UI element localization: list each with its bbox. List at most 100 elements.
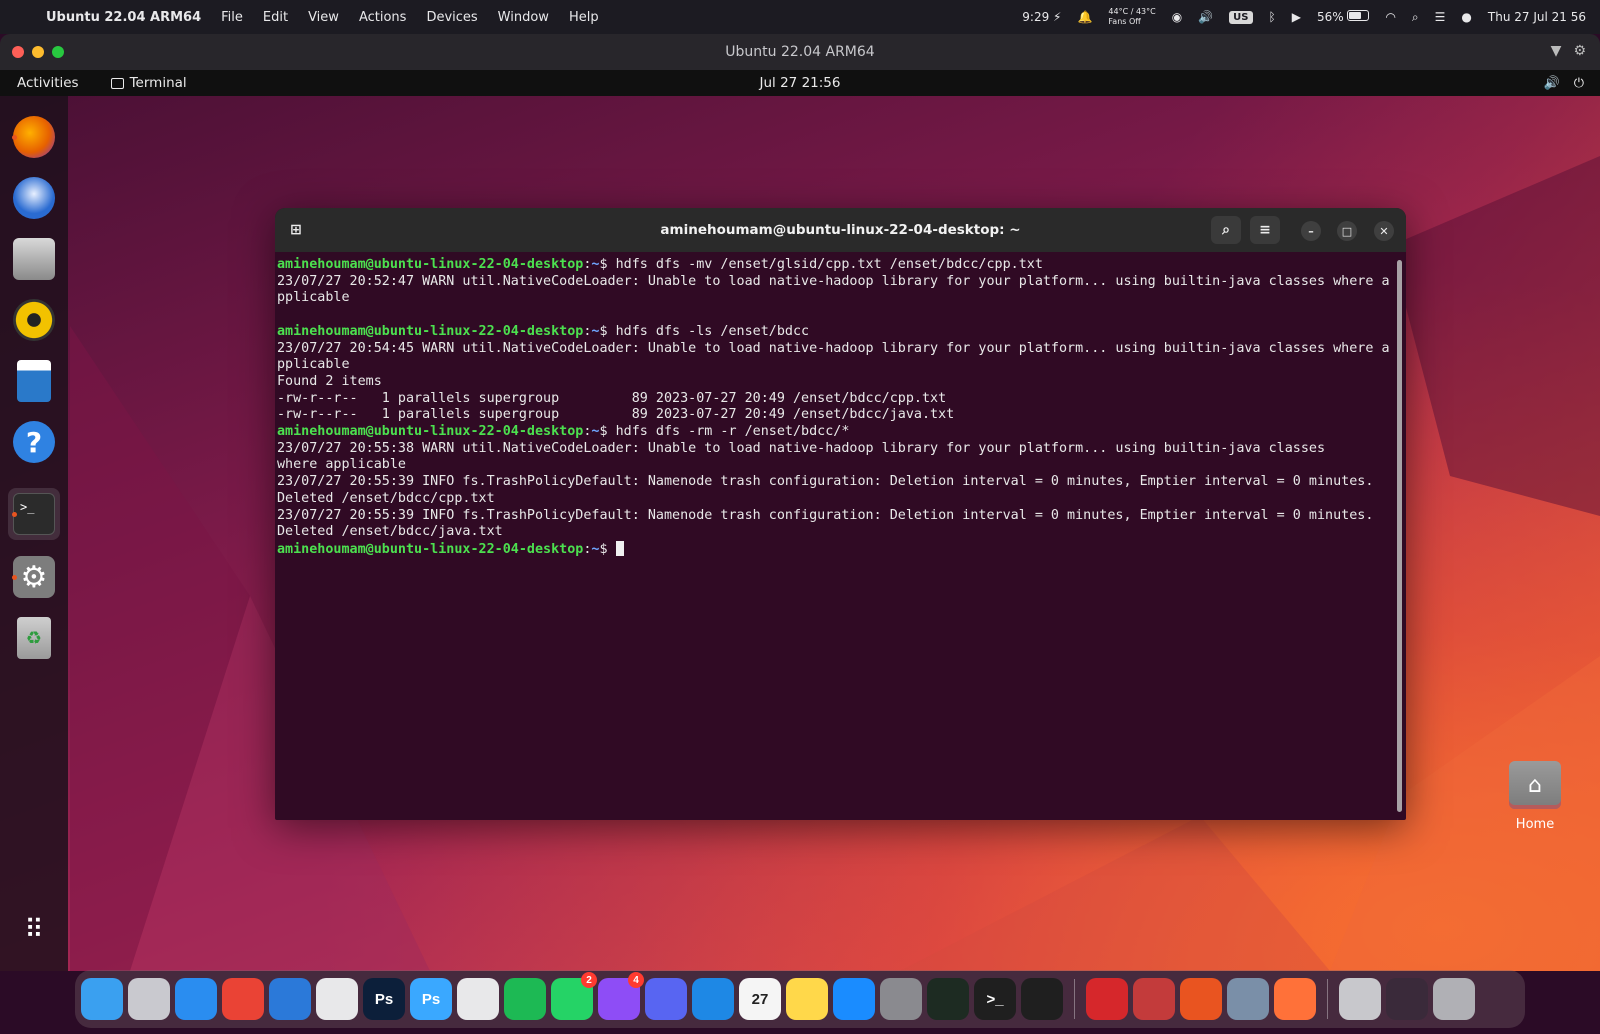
dock-app-instruments[interactable] <box>316 978 358 1020</box>
terminal-output-line: Deleted /enset/bdcc/java.txt <box>277 524 503 540</box>
calendar-icon-label: 27 <box>751 990 769 1008</box>
menu-actions[interactable]: Actions <box>359 10 407 25</box>
dock-app-trash[interactable] <box>1433 978 1475 1020</box>
terminal-icon-label: >_ <box>986 990 1004 1008</box>
terminal-menu-button[interactable]: ≡ <box>1250 216 1280 244</box>
notification-badge: 2 <box>581 972 597 988</box>
temperature-status[interactable]: 44°C / 43°C Fans Off <box>1108 7 1155 27</box>
vm-settings-gear-icon[interactable]: ⚙ <box>1573 43 1586 59</box>
dock-app-photoshop-dark[interactable]: Ps <box>363 978 405 1020</box>
dock-app-notes[interactable] <box>786 978 828 1020</box>
activities-button[interactable]: Activities <box>17 75 79 91</box>
notification-badge: 4 <box>628 972 644 988</box>
play-icon[interactable]: ▶ <box>1292 10 1301 24</box>
terminal-output[interactable]: aminehoumam@ubuntu-linux-22-04-desktop:~… <box>275 252 1395 559</box>
dock-firefox[interactable] <box>8 111 60 163</box>
menu-view[interactable]: View <box>308 10 339 25</box>
terminal-maximize-button[interactable]: □ <box>1337 221 1357 241</box>
dock-app-firefox[interactable] <box>1274 978 1316 1020</box>
dock-files[interactable] <box>8 233 60 285</box>
window-zoom-button[interactable] <box>52 46 64 58</box>
battery-status[interactable]: 56% <box>1317 10 1370 24</box>
keyboard-layout-badge[interactable]: US <box>1229 10 1253 24</box>
wifi-icon[interactable]: ◠ <box>1385 10 1395 24</box>
terminal-output-line: -rw-r--r-- 1 parallels supergroup 89 202… <box>277 407 955 423</box>
volume-icon[interactable]: 🔊 <box>1198 10 1213 24</box>
dock-app-messenger[interactable]: 4 <box>598 972 644 1020</box>
terminal-output-line: 23/07/27 20:52:47 WARN util.NativeCodeLo… <box>277 273 1390 306</box>
terminal-scrollbar[interactable] <box>1397 260 1402 812</box>
ubuntu-volume-icon[interactable]: 🔊 <box>1544 76 1560 91</box>
dock-app-screenshot-stack[interactable] <box>1386 978 1428 1020</box>
desktop-home-folder[interactable]: ⌂ Home <box>1506 761 1564 832</box>
dock-app-terminal[interactable]: >_ <box>974 978 1016 1020</box>
dock-app-ubuntu[interactable] <box>1180 978 1222 1020</box>
terminal-minimize-button[interactable]: – <box>1301 221 1321 241</box>
dock-app-parallels-desktop[interactable] <box>1133 978 1175 1020</box>
menu-help[interactable]: Help <box>569 10 599 25</box>
dock-app-launchpad[interactable] <box>128 978 170 1020</box>
vm-dropdown-icon[interactable]: ▼ <box>1551 43 1562 59</box>
new-tab-button[interactable]: ⊞ <box>281 216 311 244</box>
dock-trash[interactable]: ♻ <box>8 612 60 664</box>
window-close-button[interactable] <box>12 46 24 58</box>
mac-app-name[interactable]: Ubuntu 22.04 ARM64 <box>46 10 201 25</box>
terminal-window[interactable]: ⊞ aminehoumam@ubuntu-linux-22-04-desktop… <box>275 208 1406 820</box>
siri-icon[interactable]: ● <box>1461 10 1471 24</box>
dock-app-downloads-stack[interactable] <box>1339 978 1381 1020</box>
notifications-icon[interactable]: 🔔 <box>1077 10 1092 24</box>
dock-app-spotify[interactable] <box>504 978 546 1020</box>
menu-file[interactable]: File <box>221 10 243 25</box>
menubar-datetime[interactable]: Thu 27 Jul 21 56 <box>1488 10 1586 24</box>
dock-app-app-store[interactable] <box>833 978 875 1020</box>
dock-app-mountain[interactable] <box>692 978 734 1020</box>
dock-app-discord[interactable] <box>645 978 687 1020</box>
terminal-search-button[interactable]: ⌕ <box>1211 216 1241 244</box>
running-indicator <box>12 512 17 517</box>
dock-app-safari[interactable] <box>175 978 217 1020</box>
menu-window[interactable]: Window <box>498 10 549 25</box>
dock-app-unity[interactable] <box>457 978 499 1020</box>
show-apps-button[interactable]: ⠿ <box>8 904 60 956</box>
dock-app-system-preferences[interactable] <box>880 978 922 1020</box>
dock-rhythmbox[interactable] <box>8 294 60 346</box>
dock-terminal[interactable]: >_ <box>8 488 60 540</box>
power-icon[interactable]: ⏻ <box>1574 76 1584 91</box>
terminal-command-line: aminehoumam@ubuntu-linux-22-04-desktop:~… <box>277 257 1395 274</box>
window-minimize-button[interactable] <box>32 46 44 58</box>
control-center-icon[interactable]: ☰ <box>1435 10 1446 24</box>
dock-settings[interactable]: ⚙ <box>8 551 60 603</box>
menu-devices[interactable]: Devices <box>426 10 477 25</box>
timer-status[interactable]: 9:29 ⚡ <box>1022 10 1061 24</box>
dock-app-calendar[interactable]: 27 <box>739 978 781 1020</box>
dock-help[interactable]: ? <box>8 416 60 468</box>
dock-app-screens[interactable] <box>1021 978 1063 1020</box>
dock-app-parallels-ubuntu-vm[interactable] <box>1086 978 1128 1020</box>
dock-app-whatsapp[interactable]: 2 <box>551 972 597 1020</box>
battery-icon <box>1347 10 1370 21</box>
terminal-output-line: 23/07/27 20:55:38 WARN util.NativeCodeLo… <box>277 440 1326 473</box>
dock-app-activity-monitor[interactable] <box>927 978 969 1020</box>
prompt-user-host: aminehoumam@ubuntu-linux-22-04-desktop <box>277 424 584 440</box>
vm-window-title: Ubuntu 22.04 ARM64 <box>725 44 875 60</box>
dock-app-xcode[interactable] <box>269 978 311 1020</box>
ubuntu-dock: ? >_ ⚙ ♻ ⠿ <box>0 96 68 971</box>
menu-edit[interactable]: Edit <box>263 10 288 25</box>
dock-app-preview[interactable] <box>1227 978 1269 1020</box>
app-menu-terminal[interactable]: Terminal <box>110 75 187 91</box>
terminal-close-button[interactable]: ✕ <box>1374 221 1394 241</box>
dock-app-photoshop-light[interactable]: Ps <box>410 978 452 1020</box>
dock-app-finder[interactable] <box>81 978 123 1020</box>
dock-app-chrome[interactable] <box>222 978 264 1020</box>
dock-libreoffice-writer[interactable] <box>8 355 60 407</box>
bluetooth-icon[interactable]: ᛒ <box>1269 10 1276 24</box>
dock-thunderbird[interactable] <box>8 172 60 224</box>
terminal-headerbar[interactable]: ⊞ aminehoumam@ubuntu-linux-22-04-desktop… <box>275 208 1406 252</box>
firefox-icon <box>13 116 55 158</box>
prompt-user-host: aminehoumam@ubuntu-linux-22-04-desktop <box>277 257 584 272</box>
ubuntu-clock[interactable]: Jul 27 21:56 <box>0 75 1600 91</box>
status-app-icon[interactable]: ◉ <box>1172 10 1182 24</box>
ubuntu-topbar: Activities Terminal Jul 27 21:56 🔊 ⏻ <box>0 70 1600 96</box>
spotlight-icon[interactable]: ⌕ <box>1412 10 1419 25</box>
